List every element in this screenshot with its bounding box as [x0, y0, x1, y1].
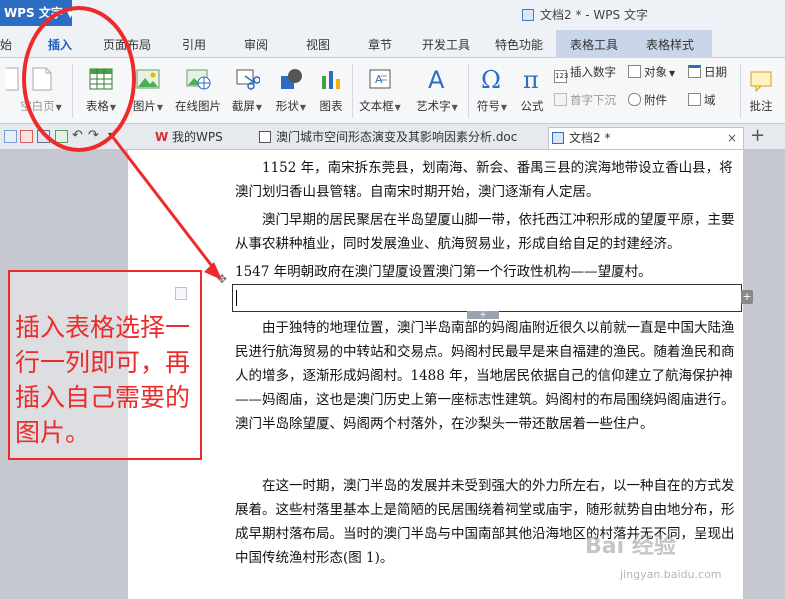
- add-column-button[interactable]: +: [741, 290, 753, 304]
- textbox-button[interactable]: A 文本框▼: [356, 66, 404, 114]
- wordart-button[interactable]: A 艺术字▼: [412, 66, 462, 114]
- window-title: 文档2 * - WPS 文字: [522, 6, 648, 23]
- textbox-icon: A: [367, 66, 393, 92]
- pdf-icon[interactable]: [20, 130, 33, 143]
- tab-table-tools[interactable]: 表格工具: [570, 36, 618, 53]
- chart-button[interactable]: 图表: [316, 66, 346, 114]
- tab-table-style[interactable]: 表格样式: [646, 36, 694, 53]
- watermark-logo: Bai 经验: [585, 534, 676, 559]
- picture-icon: [135, 66, 161, 92]
- dropcap-icon: [554, 93, 567, 106]
- scissors-icon: [234, 66, 261, 92]
- document-icon: [259, 131, 271, 143]
- insert-number-button[interactable]: 123 插入数字: [554, 64, 616, 83]
- new-tab-button[interactable]: +: [750, 125, 765, 146]
- pi-icon: π: [519, 66, 545, 94]
- tab-doc-macau[interactable]: 澳门城市空间形态演变及其影响因素分析.doc: [256, 127, 542, 149]
- annotation-callout: 插入表格选择一行一列即可，再插入自己需要的图片。: [8, 270, 202, 460]
- svg-text:π: π: [523, 66, 539, 92]
- highlight-circle: [22, 6, 136, 152]
- cover-page-button[interactable]: [0, 66, 19, 98]
- comment-icon: [748, 66, 774, 93]
- tab-features[interactable]: 特色功能: [495, 36, 543, 53]
- tab-my-wps[interactable]: W 我的WPS: [152, 127, 223, 149]
- tab-review[interactable]: 审阅: [244, 36, 268, 53]
- wordart-icon: A: [424, 66, 450, 94]
- tab-view[interactable]: 视图: [306, 36, 330, 53]
- svg-text:A: A: [428, 66, 445, 92]
- watermark-url: jingyan.baidu.com: [620, 568, 722, 581]
- document-icon: [552, 132, 564, 144]
- new-doc-icon[interactable]: [4, 130, 17, 143]
- text-cursor: [236, 290, 237, 306]
- screenshot-button[interactable]: 截屏▼: [230, 66, 264, 114]
- tab-references[interactable]: 引用: [182, 36, 206, 53]
- tab-developer[interactable]: 开发工具: [422, 36, 470, 53]
- calendar-icon: [688, 65, 701, 78]
- formula-button[interactable]: π 公式: [518, 66, 546, 114]
- tab-doc2[interactable]: 文档2 * ×: [548, 127, 744, 149]
- paragraph-1: 1152 年，南宋拆东莞县，划南海、新会、番禺三县的滨海地带设立香山县，将澳门划…: [235, 160, 733, 200]
- tab-home[interactable]: 始: [0, 36, 12, 53]
- wps-logo-icon: W: [155, 130, 169, 144]
- number-icon: 123: [554, 70, 568, 83]
- inserted-table-cell[interactable]: [232, 284, 742, 312]
- right-margin: [743, 150, 785, 599]
- dropcap-button[interactable]: 首字下沉: [554, 92, 616, 108]
- tab-chapter[interactable]: 章节: [368, 36, 392, 53]
- paragraph-4: 由于独特的地理位置，澳门半岛南部的妈阁庙附近很久以前就一直是中国大陆渔民进行航海…: [235, 320, 735, 432]
- online-picture-icon: [185, 66, 211, 92]
- object-icon: [628, 65, 641, 78]
- field-icon: [688, 93, 701, 106]
- close-tab-icon[interactable]: ×: [727, 128, 737, 148]
- field-button[interactable]: 域: [688, 92, 716, 108]
- date-button[interactable]: 日期: [688, 64, 727, 80]
- document-icon: [522, 9, 534, 21]
- paragraph-3: 1547 年明朝政府在澳门望厦设置澳门第一个行政性机构——望厦村。: [235, 264, 652, 280]
- symbol-button[interactable]: Ω 符号▼: [474, 66, 510, 114]
- svg-text:Ω: Ω: [481, 66, 501, 92]
- chart-icon: [318, 66, 344, 92]
- online-picture-button[interactable]: 在线图片: [172, 66, 224, 114]
- paperclip-icon: [628, 93, 641, 106]
- omega-icon: Ω: [479, 66, 505, 94]
- attachment-button[interactable]: 附件: [628, 92, 667, 108]
- table-move-handle-icon[interactable]: ✥: [217, 272, 227, 286]
- paragraph-2: 澳门早期的居民聚居在半岛望厦山脚一带，依托西江冲积形成的望厦平原，主要从事农耕种…: [235, 212, 735, 252]
- comment-button[interactable]: 批注: [746, 66, 776, 114]
- shapes-button[interactable]: 形状▼: [274, 66, 308, 114]
- shapes-icon: [278, 66, 304, 92]
- object-button[interactable]: 对象 ▼: [628, 64, 675, 80]
